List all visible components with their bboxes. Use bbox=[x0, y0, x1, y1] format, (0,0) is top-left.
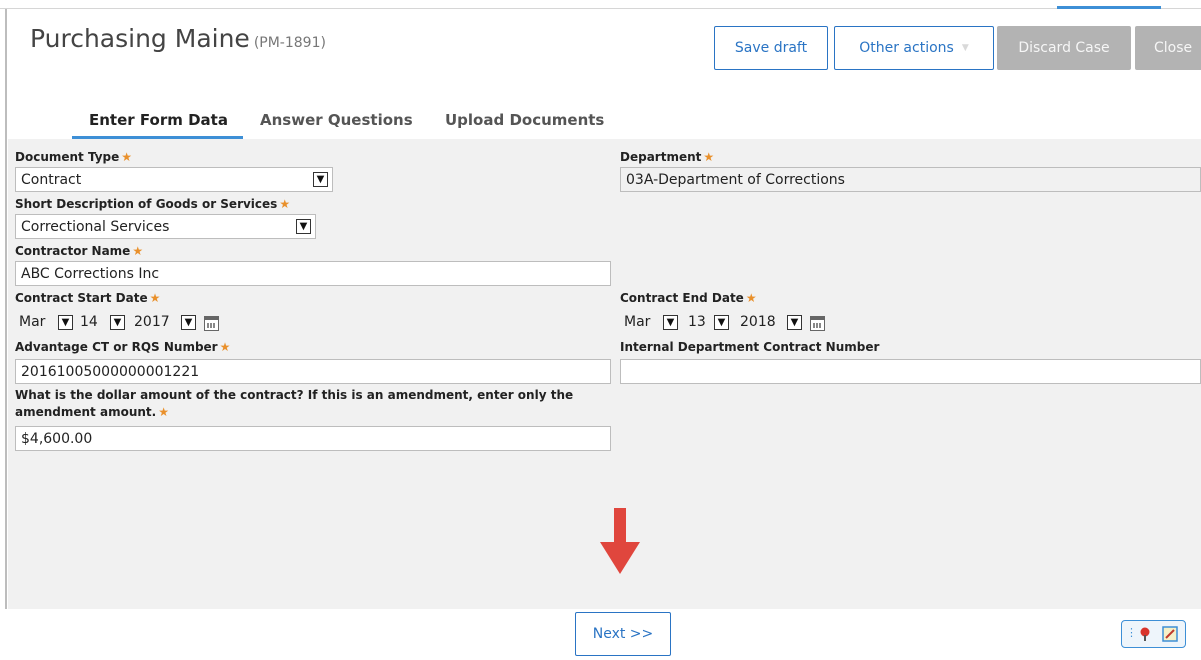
pushpin-icon[interactable] bbox=[1137, 626, 1153, 642]
dollar-amount-label-line1: What is the dollar amount of the contrac… bbox=[15, 388, 574, 402]
required-star-icon: ★ bbox=[279, 197, 291, 211]
top-accent-bar bbox=[1057, 6, 1161, 9]
contract-start-date-label: Contract Start Date ★ bbox=[15, 291, 161, 305]
end-year-dropdown-icon[interactable]: ▼ bbox=[787, 315, 802, 330]
short-description-value: Correctional Services bbox=[21, 218, 170, 235]
next-button[interactable]: Next >> bbox=[575, 612, 671, 656]
save-draft-label: Save draft bbox=[734, 40, 808, 56]
advantage-number-label: Advantage CT or RQS Number ★ bbox=[15, 340, 231, 354]
dollar-amount-input[interactable]: $4,600.00 bbox=[15, 426, 611, 451]
left-divider bbox=[5, 9, 7, 609]
contractor-name-value: ABC Corrections Inc bbox=[21, 265, 160, 282]
document-type-label: Document Type ★ bbox=[15, 150, 133, 164]
start-year-dropdown-icon[interactable]: ▼ bbox=[181, 315, 196, 330]
tab-enter-form-data[interactable]: Enter Form Data bbox=[89, 111, 228, 129]
end-year-value: 2018 bbox=[740, 314, 776, 330]
case-title: Purchasing Maine (PM-1891) bbox=[30, 24, 326, 53]
close-label: Close bbox=[1154, 40, 1193, 56]
internal-contract-number-label: Internal Department Contract Number bbox=[620, 340, 880, 354]
required-star-icon: ★ bbox=[158, 405, 169, 419]
discard-case-label: Discard Case bbox=[1018, 40, 1110, 56]
tab-upload-documents[interactable]: Upload Documents bbox=[445, 111, 604, 129]
short-description-label: Short Description of Goods or Services ★ bbox=[15, 197, 291, 211]
calendar-icon[interactable] bbox=[810, 316, 825, 331]
end-month-dropdown-icon[interactable]: ▼ bbox=[663, 315, 678, 330]
end-day-value: 13 bbox=[688, 314, 706, 330]
case-title-text: Purchasing Maine bbox=[30, 24, 250, 53]
end-day-dropdown-icon[interactable]: ▼ bbox=[714, 315, 729, 330]
department-value: 03A-Department of Corrections bbox=[626, 171, 845, 188]
document-type-select[interactable]: Contract bbox=[15, 167, 333, 192]
next-label: Next >> bbox=[592, 626, 654, 642]
dollar-amount-label-line2: amendment amount. ★ bbox=[15, 405, 169, 419]
case-id: (PM-1891) bbox=[253, 35, 326, 51]
short-description-select[interactable]: Correctional Services bbox=[15, 214, 316, 239]
required-star-icon: ★ bbox=[219, 340, 231, 354]
document-type-dropdown-icon[interactable]: ▼ bbox=[313, 172, 328, 187]
contractor-name-input[interactable]: ABC Corrections Inc bbox=[15, 261, 611, 286]
drag-handle-icon[interactable]: ⋮ bbox=[1126, 626, 1137, 639]
end-month-value: Mar bbox=[624, 314, 651, 330]
advantage-number-value: 20161005000000001221 bbox=[21, 363, 200, 380]
required-star-icon: ★ bbox=[132, 244, 144, 258]
contractor-name-label: Contractor Name ★ bbox=[15, 244, 144, 258]
internal-contract-number-input[interactable] bbox=[620, 359, 1201, 384]
top-divider bbox=[0, 8, 1201, 9]
contract-end-date-label: Contract End Date ★ bbox=[620, 291, 757, 305]
start-month-dropdown-icon[interactable]: ▼ bbox=[58, 315, 73, 330]
required-star-icon: ★ bbox=[121, 150, 133, 164]
other-actions-button[interactable]: Other actions ▼ bbox=[834, 26, 994, 70]
edit-note-icon[interactable] bbox=[1162, 626, 1178, 642]
arrow-down-icon bbox=[600, 508, 640, 574]
start-day-value: 14 bbox=[80, 314, 98, 330]
department-label: Department ★ bbox=[620, 150, 715, 164]
close-button[interactable]: Close bbox=[1135, 26, 1201, 70]
department-field: 03A-Department of Corrections bbox=[620, 167, 1201, 192]
discard-case-button[interactable]: Discard Case bbox=[997, 26, 1131, 70]
caret-down-icon: ▼ bbox=[961, 43, 969, 53]
tab-answer-questions[interactable]: Answer Questions bbox=[260, 111, 413, 129]
save-draft-button[interactable]: Save draft bbox=[714, 26, 828, 70]
document-type-value: Contract bbox=[21, 171, 82, 188]
dollar-amount-value: $4,600.00 bbox=[21, 430, 93, 447]
other-actions-label: Other actions bbox=[859, 40, 954, 56]
required-star-icon: ★ bbox=[745, 291, 757, 305]
toolbar-widget: ⋮ bbox=[1121, 620, 1186, 648]
required-star-icon: ★ bbox=[149, 291, 161, 305]
start-year-value: 2017 bbox=[134, 314, 170, 330]
start-day-dropdown-icon[interactable]: ▼ bbox=[110, 315, 125, 330]
calendar-icon[interactable] bbox=[204, 316, 219, 331]
required-star-icon: ★ bbox=[703, 150, 715, 164]
short-description-dropdown-icon[interactable]: ▼ bbox=[296, 219, 311, 234]
start-month-value: Mar bbox=[19, 314, 46, 330]
advantage-number-input[interactable]: 20161005000000001221 bbox=[15, 359, 611, 384]
